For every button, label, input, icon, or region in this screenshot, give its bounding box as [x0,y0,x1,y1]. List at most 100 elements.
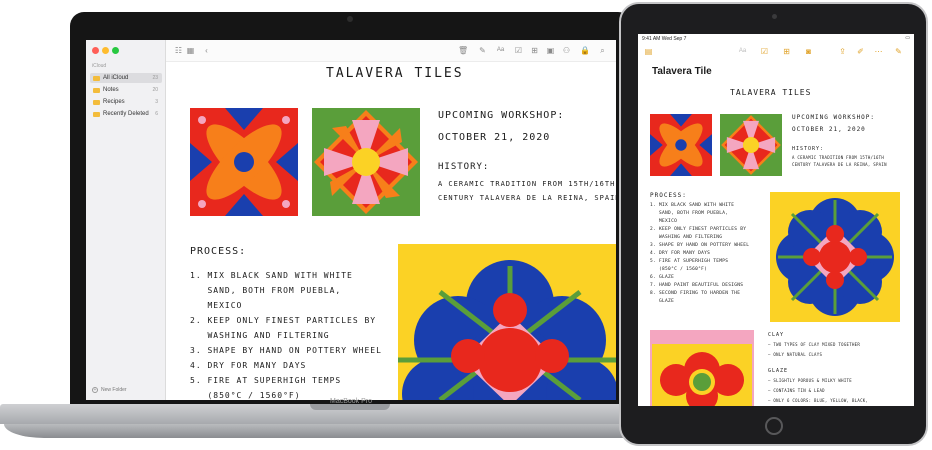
process-step: 1. MIX BLACK SAND WITH WHITE [650,203,735,208]
workshop-date: OCTOBER 21, 2020 [792,126,866,133]
process-step: 2. KEEP ONLY FINEST PARTICLES BY [190,316,377,325]
history-heading: HISTORY: [438,162,490,172]
process-step: 7. HAND PAINT BEAUTIFUL DESIGNS [650,283,744,288]
media-icon[interactable]: ▣ [546,46,555,55]
process-step: 6. GLAZE [650,275,675,280]
history-heading: HISTORY: [792,146,825,152]
process-step: SAND, BOTH FROM PUEBLA, [190,286,342,295]
sidebar-item-recently-deleted[interactable]: Recently Deleted 6 [90,109,162,119]
folder-icon [93,75,100,81]
history-line-2: CENTURY TALAVERA DE LA REINA, SPAIN [438,194,616,202]
zoom-window-button[interactable] [112,47,119,54]
process-steps: 1. MIX BLACK SAND WITH WHITE SAND, BOTH … [650,202,770,306]
compose-icon[interactable]: ✎ [894,47,903,56]
list-view-icon[interactable]: ☷ [174,46,183,55]
sidebar-item-label: All iCloud [103,75,129,81]
process-step: MEXICO [650,219,678,224]
sidebar-item-label: Recently Deleted [103,111,149,117]
macbook-screen: iCloud All iCloud 23 Notes 20 Recipes 3 … [86,40,616,400]
ipad-toolbar: ▤ Aa ☑ ⊞ ◙ ⇪ ✐ ⋯ ✎ [638,44,914,60]
gallery-view-icon[interactable]: ▦ [186,46,195,55]
process-step: 4. DRY FOR MANY DAYS [650,251,711,256]
process-step: MEXICO [190,301,243,310]
more-icon[interactable]: ⋯ [874,47,883,56]
ipad-home-button[interactable] [765,417,783,435]
macbook-base-edge [4,424,696,438]
tile-pink-starburst [720,114,782,176]
workshop-heading: UPCOMING WORKSHOP: [438,110,565,121]
checklist-icon[interactable]: ☑ [514,46,523,55]
trash-icon[interactable]: 🗑 [458,46,468,55]
process-step: 5. FIRE AT SUPERHIGH TEMPS [650,259,729,264]
sidebar-item-count: 20 [152,87,158,93]
tile-orange-petals [650,114,712,176]
glaze-item: — CONTAINS TIN & LEAD [768,388,825,393]
process-step: WASHING AND FILTERING [650,235,723,240]
workshop-date: OCTOBER 21, 2020 [438,132,551,143]
compose-icon[interactable]: ✎ [478,46,487,55]
collaborate-icon[interactable]: ⚇ [562,46,571,55]
history-line-2: CENTURY TALAVERA DE LA REINA, SPAIN [792,162,887,167]
macbook-brand-label: MacBook Pro [329,398,373,405]
table-icon[interactable]: ⊞ [530,46,539,55]
status-time: 9:41 AM Wed Sep 7 [642,36,687,42]
tile-orange-petals [190,108,298,216]
share-icon[interactable]: ⇪ [838,47,847,56]
process-steps: 1. MIX BLACK SAND WITH WHITE SAND, BOTH … [190,268,400,400]
tile-blue-flower [770,192,900,322]
glaze-heading: GLAZE [768,368,789,374]
ipad-screen: 9:41 AM Wed Sep 7 ▭ ▤ Aa ☑ ⊞ ◙ ⇪ ✐ ⋯ ✎ T… [638,34,914,406]
sidebar-item-count: 23 [152,75,158,81]
folder-icon [93,111,100,117]
clay-item: — TWO TYPES OF CLAY MIXED TOGETHER [768,342,861,347]
process-step: GLAZE [650,299,675,304]
tile-pink-starburst [312,108,420,216]
sidebar-item-count: 3 [155,99,158,105]
folder-icon [93,87,100,93]
sidebar-toggle-icon[interactable]: ▤ [644,47,653,56]
process-step: WASHING AND FILTERING [190,331,330,340]
format-text-icon[interactable]: Aa [738,47,747,56]
process-step: 3. SHAPE BY HAND ON POTTERY WHEEL [190,346,382,355]
ipad-note-editor[interactable]: TALAVERA TILES UPCOMING WORKSHOP: OCTOBE… [638,80,914,406]
sidebar-item-label: Recipes [103,99,125,105]
process-step: (850°C / 1560°F) [650,267,708,272]
sidebar-item-recipes[interactable]: Recipes 3 [90,97,162,107]
process-step: 2. KEEP ONLY FINEST PARTICLES BY [650,227,747,232]
process-step: SAND, BOTH FROM PUEBLA, [650,211,729,216]
clay-item: — ONLY NATURAL CLAYS [768,352,823,357]
search-icon[interactable]: ⌕ [598,46,607,55]
process-step: 1. MIX BLACK SAND WITH WHITE [190,271,353,280]
ipad-note-title: Talavera Tile [652,66,712,77]
close-window-button[interactable] [92,47,99,54]
sidebar-item-notes[interactable]: Notes 20 [90,85,162,95]
back-chevron-icon[interactable]: ‹ [202,46,211,55]
ipad-status-bar: 9:41 AM Wed Sep 7 ▭ [638,34,914,44]
process-heading: PROCESS: [650,192,687,199]
macbook-camera [347,16,353,22]
notes-toolbar: ☷ ▦ ‹ 🗑 ✎ Aa ☑ ⊞ ▣ ⚇ 🔒 ⌕ [166,40,616,62]
sidebar-section-header: iCloud [92,63,107,69]
clay-heading: CLAY [768,332,785,338]
table-icon[interactable]: ⊞ [782,47,791,56]
new-folder-button[interactable]: + New Folder [92,387,127,393]
camera-icon[interactable]: ◙ [804,47,813,56]
note-editor[interactable]: TALAVERA TILES UPCOMING WORKSHOP: OCTOBE… [166,62,616,400]
plus-circle-icon: + [92,387,98,393]
process-heading: PROCESS: [190,246,247,257]
sidebar-item-count: 6 [155,111,158,117]
sidebar-item-label: Notes [103,87,119,93]
new-folder-label: New Folder [101,387,127,393]
lock-icon[interactable]: 🔒 [580,46,590,55]
process-step: 3. SHAPE BY HAND ON POTTERY WHEEL [650,243,750,248]
markup-icon[interactable]: ✐ [856,47,865,56]
notes-sidebar: iCloud All iCloud 23 Notes 20 Recipes 3 … [86,40,166,400]
process-step: 4. DRY FOR MANY DAYS [190,361,307,370]
format-text-icon[interactable]: Aa [496,46,505,55]
note-handwritten-title: TALAVERA TILES [730,88,812,97]
workshop-heading: UPCOMING WORKSHOP: [792,114,876,121]
checklist-icon[interactable]: ☑ [760,47,769,56]
minimize-window-button[interactable] [102,47,109,54]
history-line-1: A CERAMIC TRADITION FROM 15TH/16TH [438,180,616,188]
sidebar-item-all-icloud[interactable]: All iCloud 23 [90,73,162,83]
